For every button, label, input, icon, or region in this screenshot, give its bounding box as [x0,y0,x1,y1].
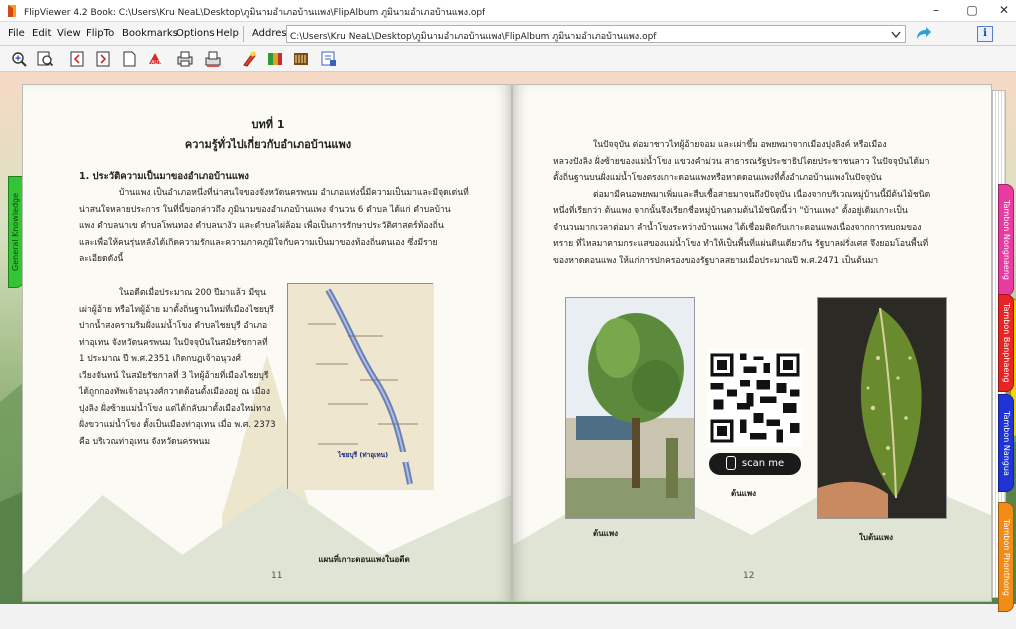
book-viewer: General Knowledge บทที่ 1 ความรู้ทั่วไปเ… [0,72,1016,629]
menu-help[interactable]: Help [216,28,239,39]
zoom-in-icon[interactable] [10,50,28,68]
text-line: ของหาดดอนแพง ให้แก่การปกครองของรัฐบาลสยา… [553,255,879,266]
text-line: ท่าอุเทน จังหวัดนครพนม ในปัจจุบันในสมัยร… [79,337,268,348]
contents-icon[interactable] [266,50,284,68]
map-caption: แผนที่เกาะดอนแพงในอดีต [318,555,410,564]
section-heading: 1. ประวัติความเป็นมาของอำเภอบ้านแพง [79,171,249,182]
left-paragraph-1: บ้านแพง เป็นอำเภอหนึ่งที่น่าสนใจของจังหว… [79,185,487,268]
print-icon[interactable] [176,50,194,68]
text-line: ในปัจจุบัน ต่อมาชาวไทผู้อ้ายจอม และเผ่าข… [593,140,887,150]
text-line: หนึ่งที่เรียกว่า ต้นแพง จากนั้นจึงเรียกช… [553,206,908,216]
text-line: เวียงจันทน์ ในสมัยรัชกาลที่ 3 ไทผู้อ้ายท… [79,370,269,381]
tab-tambon-nongnaeng[interactable]: Tambon Nongnaeng [998,184,1014,296]
tab-tambon-phonthong[interactable]: Tambon Phonthong [998,502,1014,612]
text-line: ปุงลิง ฝั่งซ้ายแม่น้ำโขง แต่ได้กลับมาตั้… [79,403,271,414]
close-button[interactable]: ✕ [984,0,1016,22]
right-page[interactable]: ในปัจจุบัน ต่อมาชาวไทผู้อ้ายจอม และเผ่าข… [512,84,992,602]
menu-bar: File Edit View FlipTo Bookmarks Options … [0,22,1016,46]
tab-tambon-banphaeng[interactable]: Tambon Banphaeng [998,294,1014,392]
print-preview-icon[interactable] [204,50,222,68]
scan-me-label: scan me [741,458,785,469]
text-line: ปากน้ำสงครามริมฝั่งแม่น้ำโขง ตำบลไชยบุรี… [79,321,268,331]
text-line: หลวงปังลิง ฝั่งซ้ายของแม่น้ำโขง แขวงคำม่… [553,156,930,167]
text-line: ทราย ที่ไหลมาตามกระแสของแม่น้ำโขง ทำให้เ… [553,239,929,249]
auto-flip-icon[interactable]: AUTO [146,50,165,68]
tree-photo [565,297,695,519]
right-paragraph: ในปัจจุบัน ต่อมาชาวไทผู้อ้ายจอม และเผ่าข… [553,137,953,269]
left-paragraph-2: ในอดีตเมื่อประมาณ 200 ปีมาแล้ว มีขุน เผ่… [79,285,297,450]
next-page-icon[interactable] [94,50,112,68]
flip-book: บทที่ 1 ความรู้ทั่วไปเกี่ยวกับอำเภอบ้านแ… [22,84,1006,602]
window-title: FlipViewer 4.2 Book: C:\Users\Kru NeaL\D… [24,8,486,18]
page-number-left: 11 [271,571,283,581]
prev-page-icon[interactable] [68,50,86,68]
text-line: น่าสนใจหลายประการ ในที่นี้ขอกล่าวถึง ภูม… [79,204,451,215]
text-line: เผ่าผู้อ้าย หรือไทผู้อ้าย มาตั้งถิ่นฐานใ… [79,304,275,315]
menu-bookmarks[interactable]: Bookmarks [122,28,178,39]
menu-flipto[interactable]: FlipTo [86,28,114,39]
old-map-image: ไชยบุรี (ท่าอุเทน) [287,283,434,490]
blank-page-icon[interactable] [120,50,138,68]
text-line: คือ บริเวณท่าอุเทน จังหวัดนครพนม [79,436,211,447]
text-line: 1 ประมาณ ปี พ.ศ.2351 เกิดกบฏเจ้าอนุวงศ์ [79,354,241,364]
title-bar: FlipViewer 4.2 Book: C:\Users\Kru NeaL\D… [0,0,1016,22]
map-label: ไชยบุรี (ท่าอุเทน) [338,451,389,459]
menu-separator [243,26,244,42]
menu-options[interactable]: Options [176,28,215,39]
viewer-bottom-strip [0,604,1016,629]
chevron-down-icon[interactable] [890,29,902,40]
menu-view[interactable]: View [57,28,81,39]
left-page[interactable]: บทที่ 1 ความรู้ทั่วไปเกี่ยวกับอำเภอบ้านแ… [22,84,512,602]
text-line: ละเอียดดังนี้ [79,254,124,264]
go-arrow-icon[interactable] [914,26,932,42]
text-line: และเพื่อให้คนรุ่นหลังได้เกิดความรักและคว… [79,237,438,248]
chapter-title: ความรู้ทั่วไปเกี่ยวกับอำเภอบ้านแพง [184,138,352,151]
text-line: ในอดีตเมื่อประมาณ 200 ปีมาแล้ว มีขุน [119,288,266,298]
text-line: ตั้งถิ่นฐานบนฝั่งแม่น้ำโขงตรงเกาะดอนแพงห… [553,173,882,183]
text-line: แพง ตำบลนาเข ตำบลโพนทอง ตำบลนางัว และตำบ… [79,221,444,231]
info-button[interactable]: i [977,26,993,42]
phone-icon [725,456,736,470]
text-line: จำนวนมากเวลาต่อมา ลำน้ำโขงระหว่างบ้านแพง… [553,222,922,233]
text-line: ต่อมามีคนอพยพมาเพิ่มและสืบเชื้อสายมาจนถึ… [593,189,931,200]
qr-code-icon[interactable] [707,349,803,447]
text-line: บ้านแพง เป็นอำเภอหนึ่งที่น่าสนใจของจังหว… [119,188,469,198]
menu-file[interactable]: File [8,28,25,39]
page-number-right: 12 [743,571,755,581]
text-line: ได้ถูกกองทัพเจ้าอนุวงศ์กวาดต้อนตั้งเมือง… [79,387,270,397]
address-value[interactable]: C:\Users\Kru NeaL\Desktop\ภูมินามอำเภอบ้… [290,29,865,43]
scan-me-badge: scan me [709,453,801,475]
photo-caption-tree: ต้นแพง [593,529,618,538]
photo-caption-qr: ต้นแพง [731,489,756,498]
leaf-photo [817,297,947,519]
bookmark-icon[interactable] [320,50,338,68]
zoom-out-icon[interactable] [36,50,54,68]
menu-edit[interactable]: Edit [32,28,51,39]
tab-tambon-nangua[interactable]: Tambon Nangua [998,394,1014,492]
address-field[interactable]: C:\Users\Kru NeaL\Desktop\ภูมินามอำเภอบ้… [286,25,906,43]
flipviewer-app-icon [8,5,16,17]
chapter-number: บทที่ 1 [251,118,285,131]
minimize-button[interactable]: – [916,0,956,22]
text-line: ฝั่งขวาแม่น้ำโขง ตั้งเป็นเมืองท่าอุเทน เ… [79,420,276,430]
tools-icon[interactable] [240,50,258,68]
index-icon[interactable] [292,50,310,68]
photo-caption-leaf: ใบต้นแพง [859,533,893,542]
svg-text:AUTO: AUTO [151,60,164,66]
toolbar: AUTO [0,46,1016,72]
